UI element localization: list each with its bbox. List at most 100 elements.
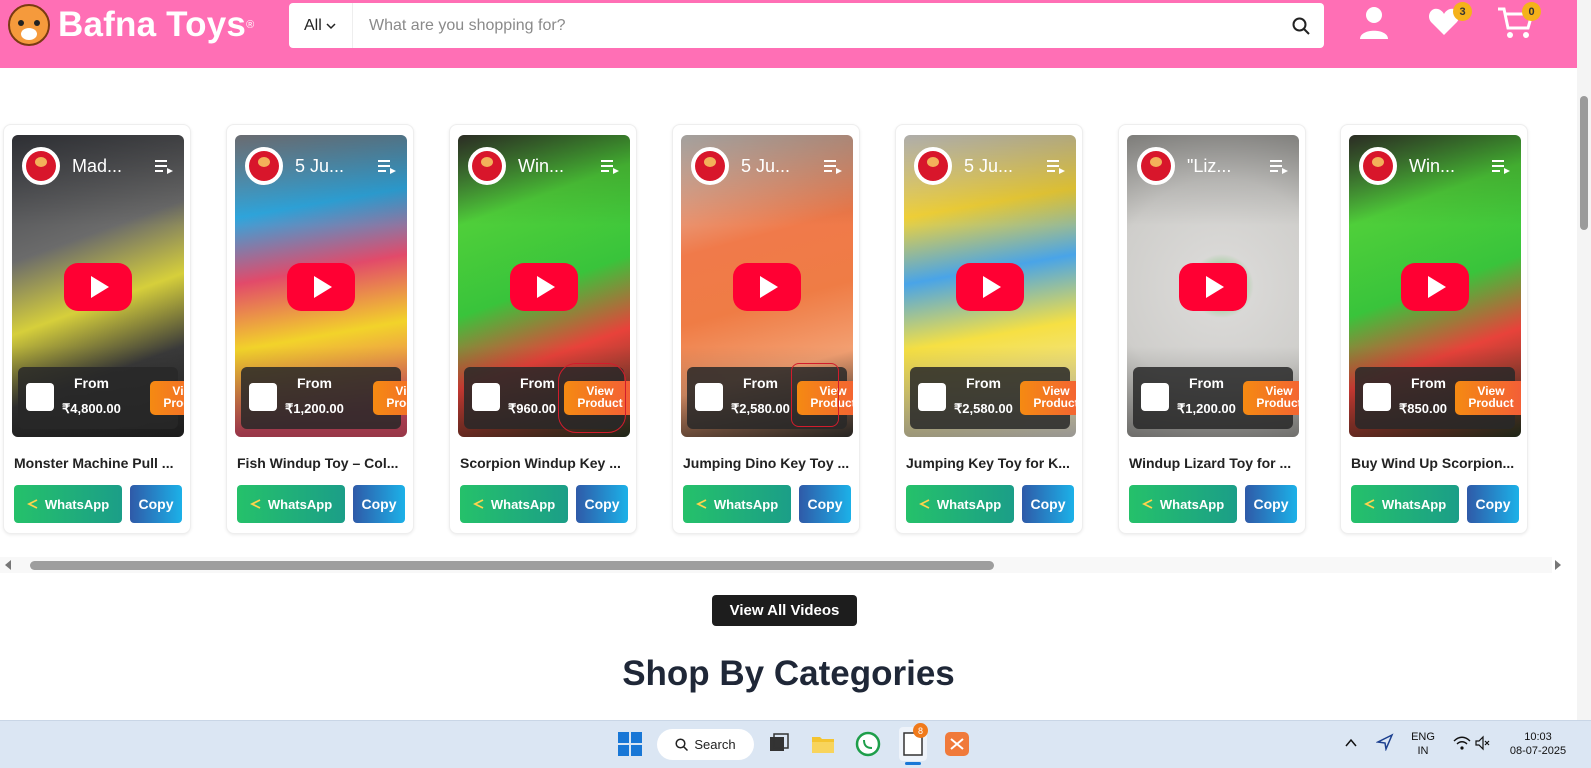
playlist-icon[interactable] [377,156,397,176]
whatsapp-share-button[interactable]: WhatsApp [1129,485,1237,523]
play-button[interactable] [287,263,355,311]
search-bar: All [289,3,1324,48]
play-button[interactable] [956,263,1024,311]
windows-start-icon[interactable] [617,731,643,757]
view-product-button[interactable]: View Product [150,381,184,415]
view-all-videos-button[interactable]: View All Videos [712,595,857,626]
copy-link-button[interactable]: Copy [576,485,628,523]
playlist-icon[interactable] [1046,156,1066,176]
brand-logo[interactable]: Bafna Toys ® [8,4,254,46]
video-thumbnail[interactable]: 5 Ju... From ₹1,200.00 View Product [235,135,407,437]
search-category-label: All [304,16,322,34]
play-button[interactable] [64,263,132,311]
video-product-name[interactable]: Windup Lizard Toy for ... [1129,455,1299,471]
notepad-app[interactable]: 8 [899,723,928,765]
from-label: From [74,375,109,391]
task-view-icon[interactable] [766,731,792,757]
clock[interactable]: 10:03 08-07-2025 [1503,730,1573,758]
video-product-name[interactable]: Buy Wind Up Scorpion... [1351,455,1521,471]
scrollbar-thumb[interactable] [30,561,994,570]
video-title: Mad... [72,155,123,176]
whatsapp-share-button[interactable]: WhatsApp [683,485,791,523]
view-product-button[interactable]: View Product [1020,381,1076,415]
copy-link-button[interactable]: Copy [799,485,851,523]
price-value: ₹1,200.00 [285,401,344,416]
video-thumbnail[interactable]: 5 Ju... From ₹2,580.00 View Product [904,135,1076,437]
video-card: Win... From ₹960.00 View Product Scorpio… [449,124,637,534]
page-scrollbar-thumb[interactable] [1580,96,1588,230]
video-thumbnail[interactable]: "Liz... From ₹1,200.00 View Product [1127,135,1299,437]
snipping-tool-icon[interactable] [944,731,970,757]
product-thumbnail [695,383,723,411]
video-product-name[interactable]: Scorpion Windup Key ... [460,455,630,471]
video-card: 5 Ju... From ₹2,580.00 View Product Jump… [895,124,1083,534]
copy-link-button[interactable]: Copy [1022,485,1074,523]
cart-button[interactable]: 0 [1497,2,1541,42]
video-thumbnail[interactable]: 5 Ju... From ₹2,580.00 View Product [681,135,853,437]
playlist-icon[interactable] [823,156,843,176]
copy-link-button[interactable]: Copy [130,485,182,523]
file-explorer-icon[interactable] [810,731,836,757]
playlist-icon[interactable] [154,156,174,176]
scroll-left-arrow-icon[interactable] [5,560,11,570]
copy-link-button[interactable]: Copy [1467,485,1519,523]
whatsapp-share-button[interactable]: WhatsApp [237,485,345,523]
video-thumbnail[interactable]: Win... From ₹960.00 View Product [458,135,630,437]
chevron-up-icon[interactable] [1343,735,1359,751]
copy-link-button[interactable]: Copy [353,485,405,523]
video-product-name[interactable]: Jumping Key Toy for K... [906,455,1076,471]
playlist-icon[interactable] [600,156,620,176]
language-indicator[interactable]: ENG IN [1407,730,1439,758]
price-value: ₹1,200.00 [1177,401,1236,416]
product-thumbnail [1363,383,1391,411]
from-label: From [1411,375,1446,391]
wifi-icon[interactable] [1453,735,1471,751]
site-header: Bafna Toys ® All 3 0 [0,0,1577,68]
annotation-circle [558,363,626,433]
search-button[interactable] [1278,3,1324,48]
scroll-right-arrow-icon[interactable] [1555,560,1561,570]
wishlist-button[interactable]: 3 [1428,2,1472,42]
view-product-button[interactable]: View Product [1455,381,1521,415]
share-icon [26,499,38,509]
view-product-button[interactable]: View Product [1243,381,1299,415]
whatsapp-icon[interactable] [855,731,881,757]
video-product-name[interactable]: Fish Windup Toy – Col... [237,455,407,471]
chevron-down-icon [326,22,336,29]
taskbar-search-label: Search [694,737,736,752]
taskbar-search[interactable]: Search [657,729,754,760]
carousel-scrollbar[interactable] [0,557,1561,573]
video-product-name[interactable]: Jumping Dino Key Toy ... [683,455,853,471]
account-button[interactable] [1359,6,1395,42]
play-button[interactable] [1401,263,1469,311]
page-scrollbar[interactable] [1577,0,1591,720]
product-thumbnail [26,383,54,411]
whatsapp-share-button[interactable]: WhatsApp [906,485,1014,523]
user-icon [1360,7,1388,39]
volume-muted-icon[interactable] [1475,735,1491,751]
play-button[interactable] [1179,263,1247,311]
share-icon [249,499,261,509]
notification-badge: 8 [913,723,928,738]
active-indicator [905,762,921,765]
copy-link-button[interactable]: Copy [1245,485,1297,523]
section-heading: Shop By Categories [622,654,955,693]
video-title: Win... [1409,155,1456,176]
video-card: 5 Ju... From ₹2,580.00 View Product Jump… [672,124,860,534]
location-arrow-icon[interactable] [1376,733,1394,751]
play-button[interactable] [733,263,801,311]
video-product-name[interactable]: Monster Machine Pull ... [14,455,184,471]
whatsapp-share-button[interactable]: WhatsApp [460,485,568,523]
view-product-button[interactable]: View Product [373,381,407,415]
playlist-icon[interactable] [1491,156,1511,176]
playlist-icon[interactable] [1269,156,1289,176]
video-thumbnail[interactable]: Win... From ₹850.00 View Product [1349,135,1521,437]
search-category-select[interactable]: All [289,3,353,48]
search-input[interactable] [353,16,1278,35]
whatsapp-share-button[interactable]: WhatsApp [14,485,122,523]
price-value: ₹850.00 [1399,401,1448,416]
whatsapp-share-button[interactable]: WhatsApp [1351,485,1459,523]
video-thumbnail[interactable]: Mad... From ₹4,800.00 View Product [12,135,184,437]
annotation-circle [791,363,839,427]
play-button[interactable] [510,263,578,311]
